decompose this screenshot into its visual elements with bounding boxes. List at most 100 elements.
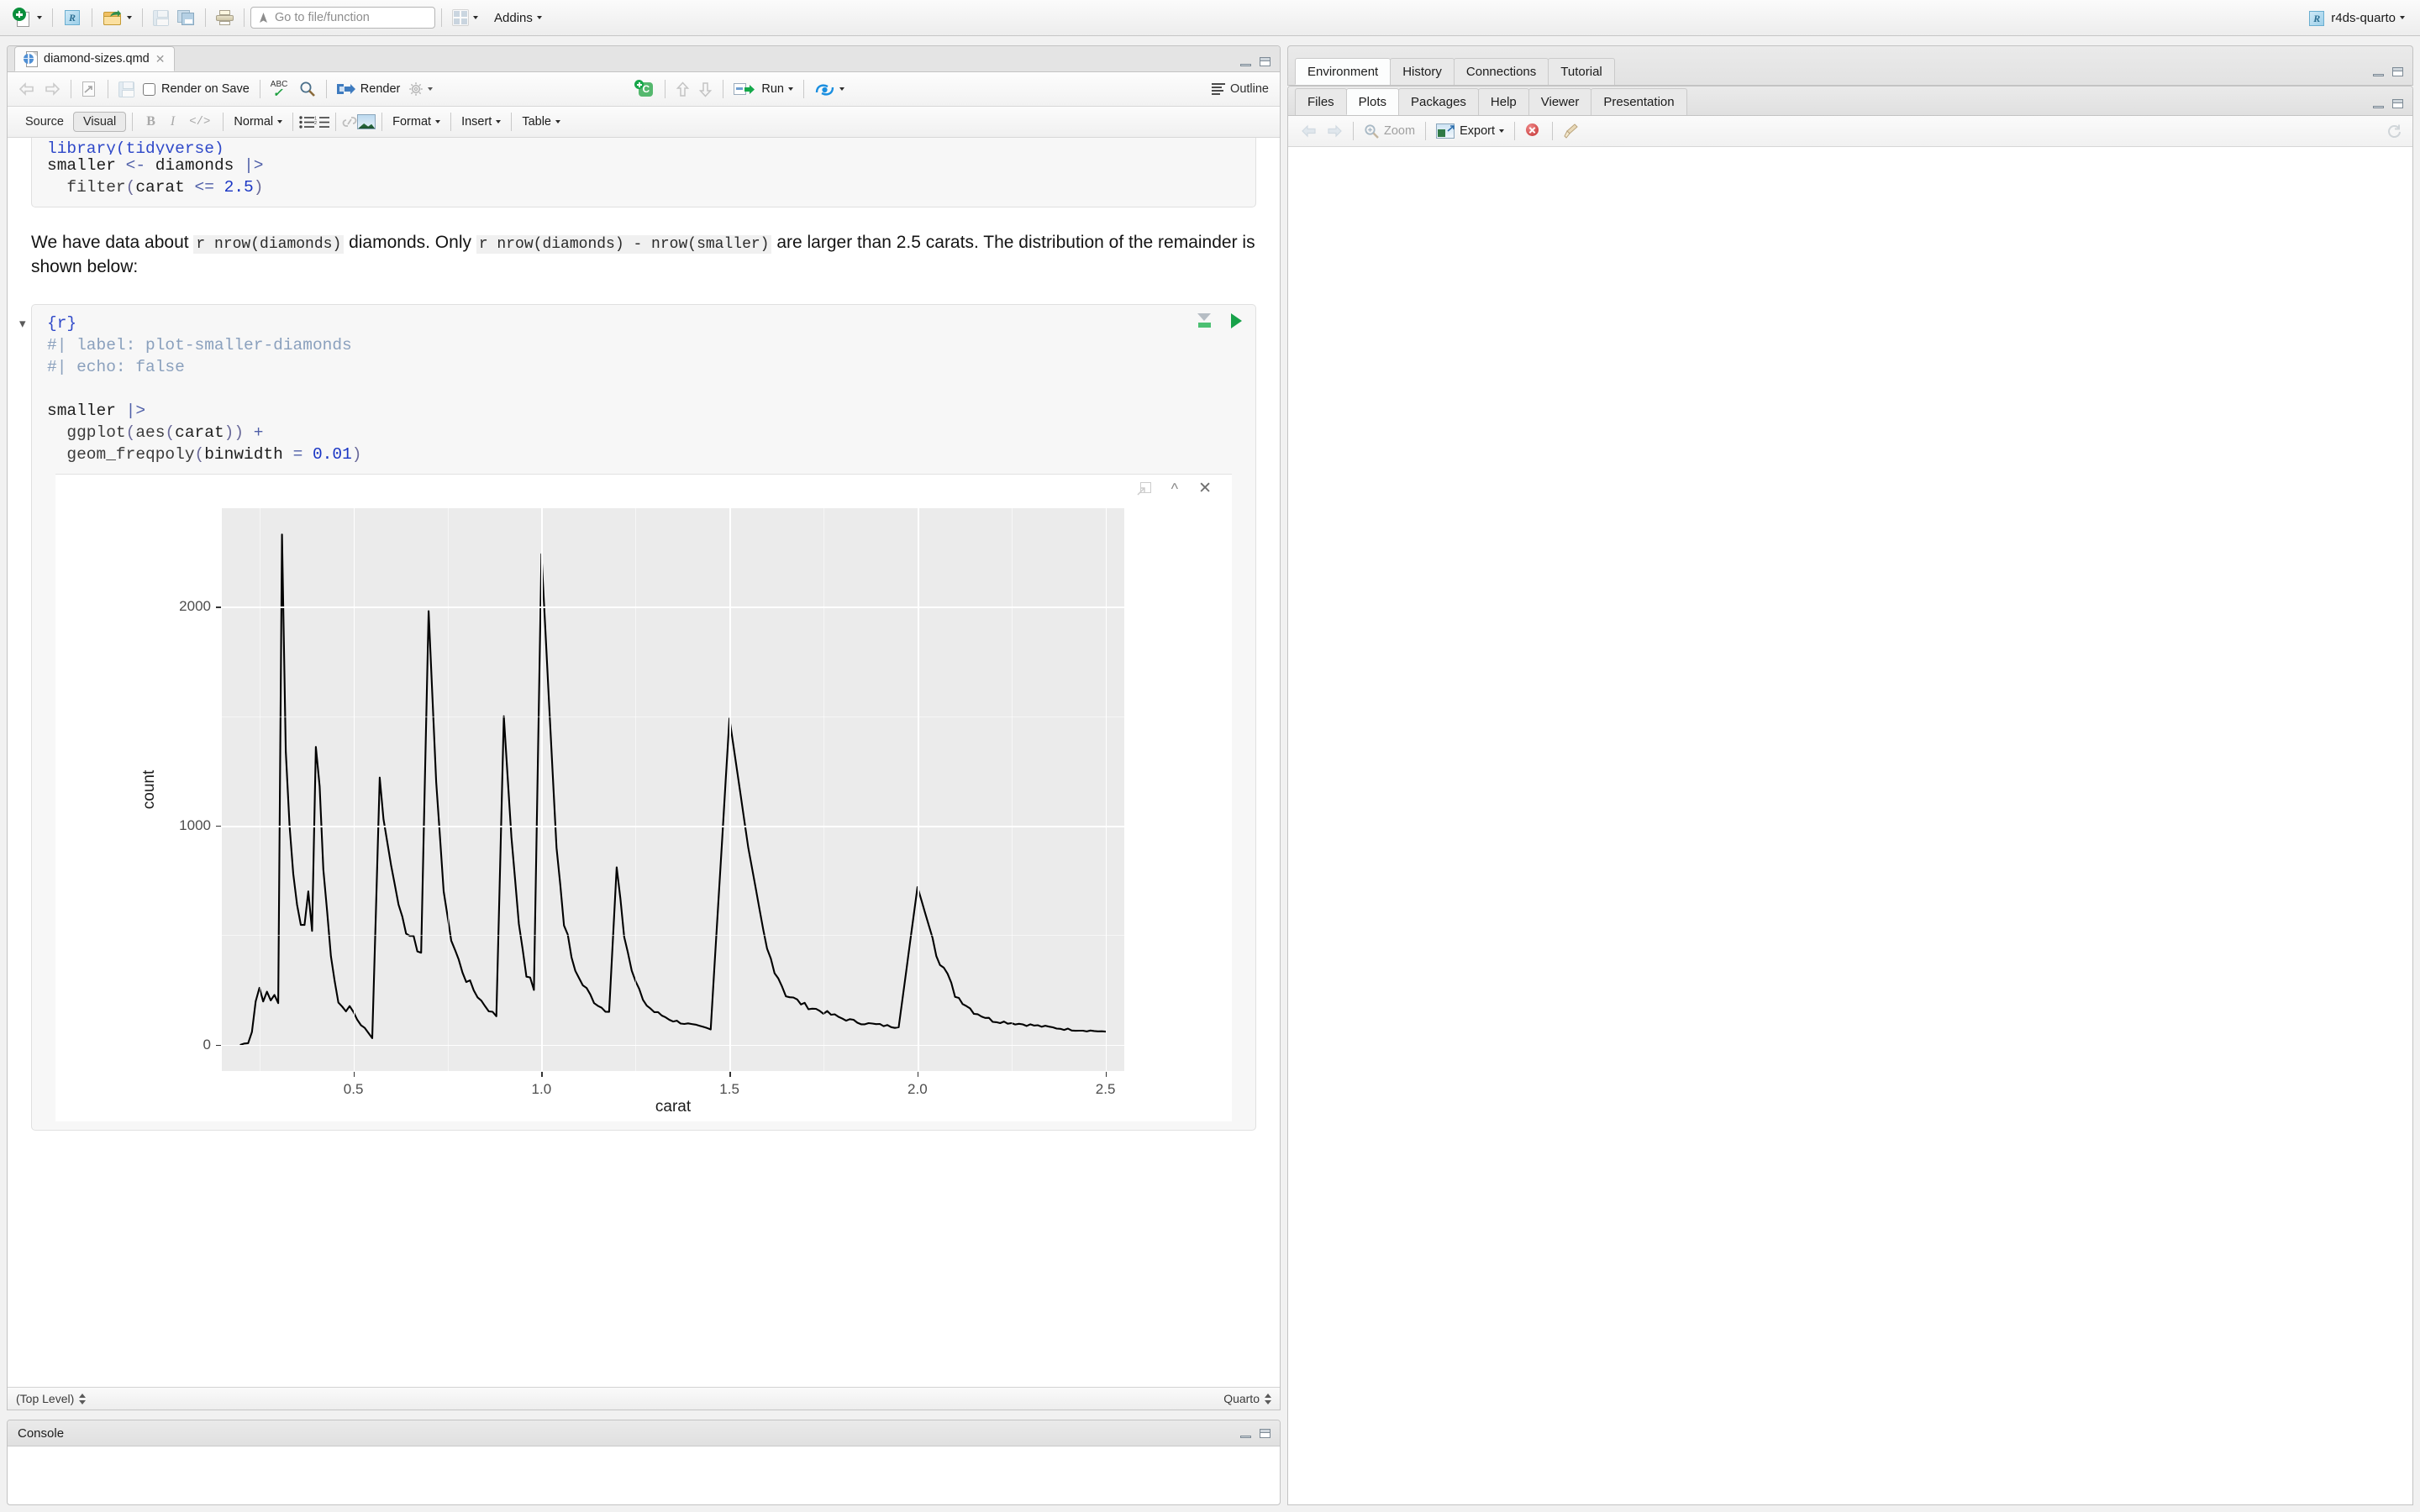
italic-button[interactable]: I bbox=[163, 114, 182, 129]
maximize-icon[interactable] bbox=[2391, 66, 2405, 77]
run-chunk-icon[interactable] bbox=[1231, 312, 1242, 328]
addins-button[interactable]: Addins bbox=[482, 3, 546, 32]
previous-plot-button[interactable] bbox=[1297, 117, 1322, 145]
visual-mode-button[interactable]: Visual bbox=[72, 112, 127, 132]
export-plot-button[interactable]: Export bbox=[1432, 117, 1508, 145]
close-icon[interactable]: ✕ bbox=[1198, 480, 1212, 496]
run-previous-chunks-button[interactable] bbox=[671, 75, 694, 103]
maximize-icon[interactable] bbox=[1259, 56, 1272, 67]
code-chunk-plot-smaller-diamonds[interactable]: {r} #| label: plot-smaller-diamonds #| e… bbox=[31, 303, 1256, 1131]
insert-chunk-button[interactable] bbox=[630, 75, 659, 103]
plots-display-area[interactable] bbox=[1288, 147, 2412, 1504]
project-selector[interactable]: r4ds-quarto bbox=[2307, 9, 2412, 26]
numbered-list-icon: 1 2 bbox=[314, 116, 330, 128]
collapse-chevron-icon[interactable]: ^ bbox=[1171, 481, 1178, 496]
outline-button[interactable]: Outline bbox=[1212, 82, 1273, 96]
tab-files[interactable]: Files bbox=[1295, 88, 1347, 115]
open-in-window-icon[interactable] bbox=[1137, 481, 1151, 496]
save-document-button[interactable] bbox=[114, 75, 139, 103]
tab-connections[interactable]: Connections bbox=[1453, 58, 1549, 85]
chevron-down-icon[interactable] bbox=[428, 87, 434, 91]
forward-button[interactable] bbox=[39, 75, 65, 103]
render-button[interactable]: Render bbox=[333, 75, 405, 103]
minimize-icon[interactable] bbox=[2372, 66, 2386, 77]
chevron-down-icon[interactable] bbox=[473, 16, 478, 19]
insert-dropdown[interactable]: Insert bbox=[457, 115, 505, 129]
tab-viewer[interactable]: Viewer bbox=[1528, 88, 1592, 115]
chevron-down-icon[interactable] bbox=[277, 120, 283, 123]
pane-layout-button[interactable] bbox=[448, 3, 482, 32]
new-project-button[interactable] bbox=[59, 3, 86, 32]
tab-history[interactable]: History bbox=[1390, 58, 1455, 85]
chevron-down-icon[interactable] bbox=[536, 16, 542, 19]
source-mode-button[interactable]: Source bbox=[16, 113, 73, 131]
x-tick-label: 2.0 bbox=[908, 1080, 928, 1097]
run-button[interactable]: Run bbox=[729, 75, 797, 103]
remove-plot-button[interactable] bbox=[1521, 117, 1546, 145]
link-button[interactable] bbox=[342, 115, 357, 129]
code-button[interactable]: </> bbox=[182, 115, 217, 129]
numbered-list-button[interactable]: 1 2 bbox=[314, 116, 330, 129]
find-replace-button[interactable] bbox=[295, 75, 320, 103]
show-in-new-window-button[interactable] bbox=[77, 75, 102, 103]
tab-packages[interactable]: Packages bbox=[1398, 88, 1479, 115]
table-dropdown[interactable]: Table bbox=[518, 115, 565, 129]
open-file-button[interactable] bbox=[98, 3, 136, 32]
chevron-down-icon[interactable] bbox=[496, 120, 502, 123]
render-on-save-toggle[interactable]: Render on Save bbox=[139, 75, 254, 103]
tab-presentation[interactable]: Presentation bbox=[1591, 88, 1687, 115]
tab-plots[interactable]: Plots bbox=[1345, 88, 1400, 115]
save-button[interactable] bbox=[149, 3, 173, 32]
next-plot-button[interactable] bbox=[1322, 117, 1347, 145]
code-scope-selector[interactable]: (Top Level) bbox=[16, 1392, 87, 1405]
print-button[interactable] bbox=[212, 3, 238, 32]
y-tick-label: 2000 bbox=[179, 598, 211, 615]
chevron-down-icon[interactable] bbox=[435, 120, 441, 123]
format-dropdown[interactable]: Format bbox=[388, 115, 445, 129]
chevron-down-icon[interactable] bbox=[839, 87, 844, 91]
back-button[interactable] bbox=[14, 75, 39, 103]
zoom-plot-button[interactable]: Zoom bbox=[1360, 117, 1419, 145]
clear-all-plots-button[interactable] bbox=[1559, 117, 1584, 145]
checkbox[interactable] bbox=[143, 82, 155, 96]
block-format-dropdown[interactable]: Normal bbox=[229, 115, 287, 129]
minimize-icon[interactable] bbox=[1239, 1428, 1253, 1439]
maximize-icon[interactable] bbox=[2391, 98, 2405, 109]
document-type-selector[interactable]: Quarto bbox=[1223, 1392, 1271, 1405]
tab-help[interactable]: Help bbox=[1477, 88, 1529, 115]
tab-diamond-sizes-qmd[interactable]: diamond-sizes.qmd ✕ bbox=[14, 46, 176, 71]
render-settings-button[interactable] bbox=[404, 75, 437, 103]
bold-button[interactable]: B bbox=[139, 114, 163, 129]
code-line: library(tidyverse) bbox=[47, 139, 224, 155]
chevron-down-icon[interactable] bbox=[127, 16, 132, 19]
close-icon[interactable]: ✕ bbox=[155, 53, 166, 65]
chunk-plot-output: ^ ✕ 0.5 1.0 1.5 2.0 2.5 0 1000 2000 count carat bbox=[55, 473, 1232, 1121]
chevron-down-icon[interactable] bbox=[555, 120, 560, 123]
chevron-down-icon[interactable] bbox=[1499, 129, 1504, 133]
goto-file-function-input[interactable]: Go to file/function bbox=[250, 7, 435, 29]
chevron-down-icon[interactable]: ▾ bbox=[19, 316, 26, 331]
re-run-button[interactable] bbox=[810, 75, 849, 103]
save-all-button[interactable] bbox=[173, 3, 199, 32]
chevron-down-icon[interactable] bbox=[787, 87, 793, 91]
prose-paragraph[interactable]: We have data about r nrow(diamonds) diam… bbox=[31, 231, 1256, 279]
new-file-button[interactable] bbox=[8, 3, 46, 32]
tab-tutorial[interactable]: Tutorial bbox=[1548, 58, 1615, 85]
arrow-glyph bbox=[744, 84, 755, 94]
minimize-icon[interactable] bbox=[1239, 56, 1253, 67]
maximize-icon[interactable] bbox=[1259, 1428, 1272, 1439]
chevron-down-icon[interactable] bbox=[37, 16, 42, 19]
code-line: geom_freqpoly(binwidth = 0.01) bbox=[66, 444, 362, 464]
bullet-list-button[interactable] bbox=[299, 115, 315, 129]
insert-image-button[interactable] bbox=[357, 114, 376, 129]
chunk-options-icon[interactable] bbox=[1196, 313, 1213, 328]
chevron-down-icon[interactable] bbox=[2400, 16, 2405, 19]
document-canvas[interactable]: library(tidyverse) smaller <- diamonds |… bbox=[8, 138, 1280, 1387]
run-next-chunk-button[interactable] bbox=[694, 75, 717, 103]
code-chunk-setup[interactable]: library(tidyverse) smaller <- diamonds |… bbox=[31, 138, 1256, 207]
minimize-icon[interactable] bbox=[2372, 98, 2386, 109]
refresh-icon[interactable] bbox=[2386, 123, 2402, 139]
tab-environment[interactable]: Environment bbox=[1295, 58, 1392, 85]
run-icon bbox=[734, 82, 755, 97]
spellcheck-button[interactable]: ABC ✓ bbox=[266, 75, 295, 103]
